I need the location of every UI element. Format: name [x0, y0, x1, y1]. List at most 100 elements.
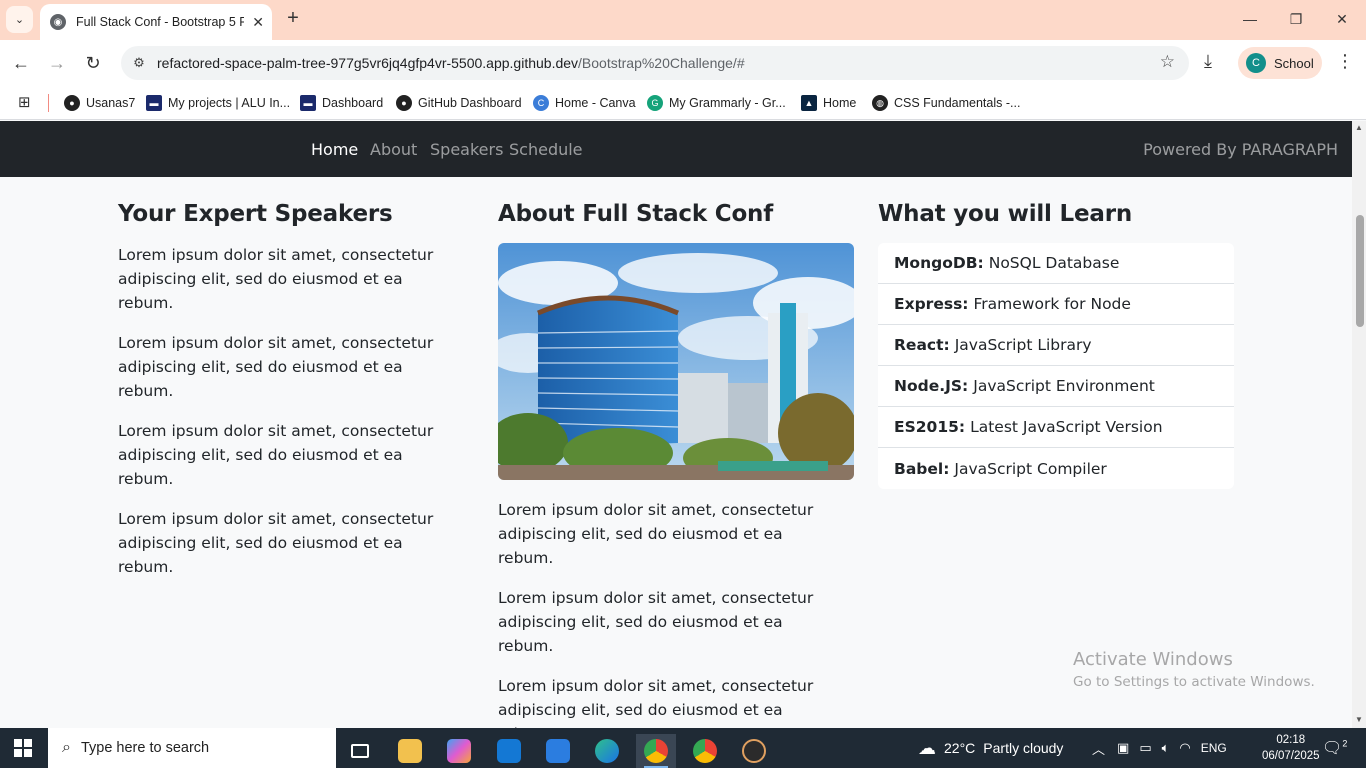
- canva-icon: C: [533, 95, 549, 111]
- battery-icon[interactable]: ▭: [1139, 740, 1151, 756]
- page-scrollbar[interactable]: ▲ ▼: [1352, 121, 1366, 728]
- speaker-paragraph: Lorem ipsum dolor sit amet, consectetur …: [118, 334, 434, 400]
- list-item-term: Babel:: [894, 459, 950, 478]
- bookmark-item[interactable]: ● Usanas7: [64, 92, 135, 114]
- store-icon[interactable]: [538, 734, 578, 768]
- bookmark-label: My projects | ALU In...: [168, 96, 291, 110]
- list-item-term: Express:: [894, 295, 969, 313]
- bookmark-label: Home - Canva: [555, 96, 636, 110]
- tab-favicon-icon: ◉: [50, 14, 66, 30]
- weather-widget[interactable]: ☁ 22°C Partly cloudy: [918, 728, 1063, 768]
- chrome-icon[interactable]: [636, 734, 676, 768]
- speakers-heading: Your Expert Speakers: [118, 201, 393, 227]
- taskbar-clock[interactable]: 02:18 06/07/2025: [1262, 732, 1320, 764]
- bookmark-item[interactable]: ● GitHub Dashboard: [396, 92, 522, 114]
- bookmark-item[interactable]: ▲ Home: [801, 92, 856, 114]
- bookmark-label: My Grammarly - Gr...: [669, 96, 786, 110]
- list-item-desc: JavaScript Compiler: [954, 459, 1107, 478]
- weather-temp: 22°C: [944, 740, 976, 756]
- bookmark-item[interactable]: ▬ My projects | ALU In...: [146, 92, 290, 114]
- home-bookmark-icon: ▲: [801, 95, 817, 111]
- nav-link-about[interactable]: About: [370, 140, 417, 159]
- search-placeholder: Type here to search: [80, 740, 210, 756]
- chevron-up-icon[interactable]: ︿: [1092, 739, 1105, 758]
- bookmark-item[interactable]: ◍ CSS Fundamentals -...: [872, 92, 1020, 114]
- restore-icon[interactable]: ❐: [1285, 8, 1307, 30]
- speaker-paragraph: Lorem ipsum dolor sit amet, consectetur …: [118, 510, 434, 576]
- list-item-desc: JavaScript Environment: [973, 377, 1155, 395]
- volume-icon[interactable]: 🔈︎: [1162, 740, 1170, 756]
- apps-grid-icon[interactable]: ⊞: [18, 93, 31, 111]
- tab-search-button[interactable]: ⌄: [6, 6, 33, 33]
- nav-link-home[interactable]: Home: [311, 140, 358, 159]
- notification-icon[interactable]: 🗨︎2: [1322, 738, 1347, 758]
- close-window-icon[interactable]: ✕: [1331, 8, 1353, 30]
- forward-icon[interactable]: →: [46, 52, 68, 74]
- browser-menu-icon[interactable]: ⋮: [1336, 51, 1354, 72]
- outlook-icon[interactable]: [489, 734, 529, 768]
- bookmark-star-icon[interactable]: ☆: [1160, 52, 1175, 72]
- bookmark-label: Home: [823, 96, 857, 110]
- powered-by-text: Powered By PARAGRAPH: [1143, 140, 1338, 159]
- new-tab-button[interactable]: +: [282, 8, 304, 30]
- web-page: Home About Speakers Schedule Powered By …: [0, 121, 1352, 728]
- address-bar[interactable]: ⚙ refactored-space-palm-tree-977g5vr6jq4…: [121, 46, 1189, 80]
- about-heading: About Full Stack Conf: [498, 201, 774, 227]
- taskbar-search-box[interactable]: ⌕ Type here to search: [48, 728, 336, 768]
- list-item: ES2015: Latest JavaScript Version: [878, 407, 1234, 448]
- bookmark-item[interactable]: ▬ Dashboard: [300, 92, 383, 114]
- wifi-icon[interactable]: ◠: [1179, 740, 1190, 756]
- bookmark-label: GitHub Dashboard: [418, 96, 522, 110]
- windows-start-icon[interactable]: [14, 739, 32, 757]
- meet-icon[interactable]: ▣: [1117, 740, 1129, 756]
- watermark-subtitle: Go to Settings to activate Windows.: [1073, 674, 1315, 690]
- bookmark-label: Dashboard: [322, 96, 384, 110]
- url-text[interactable]: refactored-space-palm-tree-977g5vr6jq4gf…: [157, 55, 745, 71]
- notification-count: 2: [1342, 738, 1348, 749]
- scroll-down-icon[interactable]: ▼: [1355, 715, 1363, 724]
- tab-title: Full Stack Conf - Bootstrap 5 Re: [76, 15, 244, 29]
- activate-windows-watermark: Activate Windows Go to Settings to activ…: [1073, 649, 1315, 690]
- nav-link-speakers[interactable]: Speakers: [430, 140, 503, 159]
- speaker-paragraph: Lorem ipsum dolor sit amet, consectetur …: [118, 422, 434, 488]
- site-info-icon[interactable]: ⚙: [131, 55, 147, 71]
- list-item-desc: Framework for Node: [973, 295, 1131, 313]
- list-item-desc: JavaScript Library: [954, 336, 1092, 354]
- scroll-thumb[interactable]: [1356, 215, 1364, 327]
- task-view-icon[interactable]: [340, 734, 380, 768]
- bookmark-item[interactable]: G My Grammarly - Gr...: [647, 92, 786, 114]
- list-item: MongoDB: NoSQL Database: [878, 243, 1234, 284]
- profile-button[interactable]: C School: [1238, 47, 1322, 79]
- chrome-profile-icon[interactable]: [685, 734, 725, 768]
- list-item-term: React:: [894, 336, 950, 354]
- learn-heading: What you will Learn: [878, 201, 1133, 227]
- back-icon[interactable]: ←: [10, 52, 32, 74]
- url-host: refactored-space-palm-tree-977g5vr6jq4gf…: [157, 55, 579, 71]
- browser-tab-active[interactable]: ◉ Full Stack Conf - Bootstrap 5 Re ✕: [40, 4, 272, 40]
- file-explorer-icon[interactable]: [390, 734, 430, 768]
- search-icon: ⌕: [62, 739, 71, 756]
- bookmarks-bar: ⊞ ● Usanas7 ▬ My projects | ALU In... ▬ …: [0, 86, 1366, 120]
- list-item: Babel: JavaScript Compiler: [878, 448, 1234, 489]
- copilot-icon[interactable]: [439, 734, 479, 768]
- github-icon: ●: [396, 95, 412, 111]
- weather-text: Partly cloudy: [983, 740, 1064, 756]
- learn-section: What you will Learn MongoDB: NoSQL Databa…: [878, 201, 1234, 489]
- edge-icon[interactable]: [587, 734, 627, 768]
- media-player-icon[interactable]: [734, 734, 774, 768]
- clock-time: 02:18: [1276, 734, 1306, 746]
- list-item-term: MongoDB:: [894, 254, 984, 272]
- scroll-up-icon[interactable]: ▲: [1355, 123, 1363, 132]
- close-tab-icon[interactable]: ✕: [252, 14, 264, 31]
- bookmark-item[interactable]: C Home - Canva: [533, 92, 636, 114]
- nav-link-schedule[interactable]: Schedule: [509, 140, 583, 159]
- language-indicator[interactable]: ENG: [1201, 741, 1227, 755]
- learn-list: MongoDB: NoSQL Database Express: Framework…: [878, 243, 1234, 489]
- reload-icon[interactable]: ↻: [82, 52, 104, 74]
- download-icon[interactable]: ⤓: [1204, 51, 1212, 72]
- minimize-icon[interactable]: —: [1239, 8, 1261, 30]
- avatar: C: [1246, 53, 1266, 73]
- tab-strip: ⌄ ◉ Full Stack Conf - Bootstrap 5 Re ✕ +…: [0, 0, 1366, 40]
- site-navbar: Home About Speakers Schedule Powered By …: [0, 121, 1352, 177]
- about-paragraph: Lorem ipsum dolor sit amet, consectetur …: [498, 501, 814, 567]
